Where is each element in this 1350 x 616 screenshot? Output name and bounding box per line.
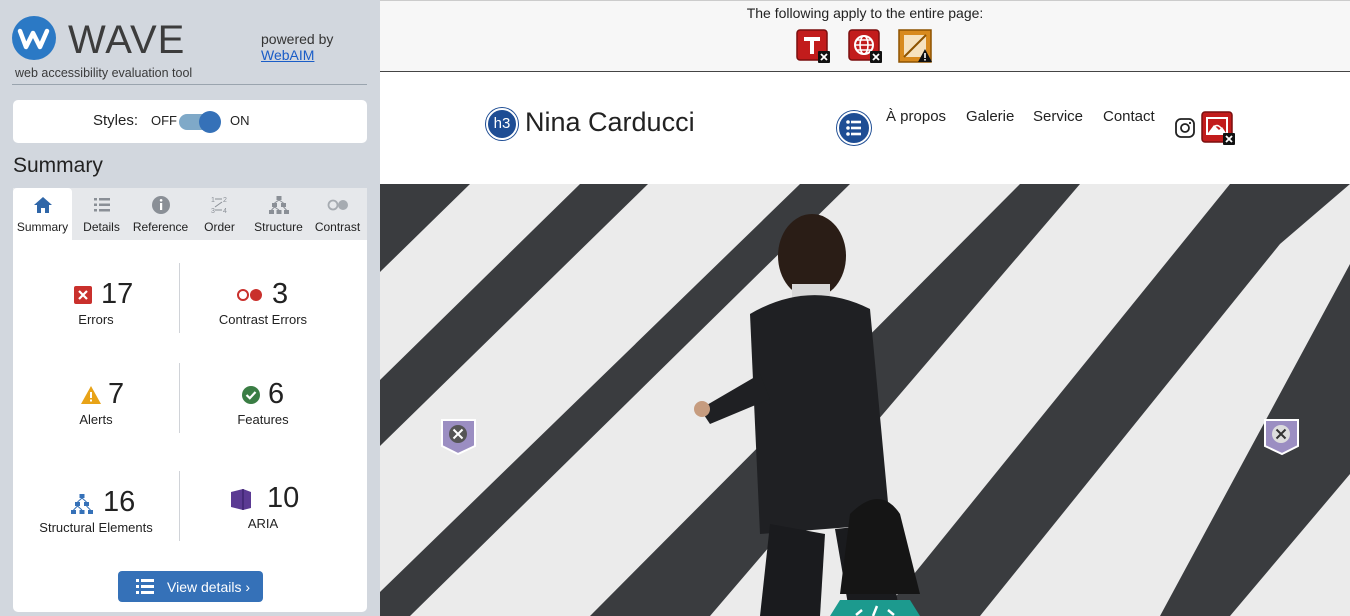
linked-image-error-icon[interactable]: [1201, 111, 1235, 145]
aria-icon: [231, 489, 251, 510]
stat-alerts: 7 Alerts: [13, 378, 179, 427]
nav-link-galerie[interactable]: Galerie: [966, 108, 1014, 126]
list-icon: [136, 579, 154, 594]
summary-heading: Summary: [13, 154, 103, 177]
heading-level-badge[interactable]: h3: [486, 108, 518, 140]
instagram-icon[interactable]: [1175, 118, 1195, 138]
styles-toggle-box: Styles: OFF ON: [13, 100, 367, 143]
contrast-icon: [327, 199, 348, 211]
stat-features: 6 Features: [180, 378, 346, 427]
contrast-error-icon: [237, 289, 262, 301]
code-icon: [830, 600, 920, 616]
wave-logo: WAVE web accessibility evaluation tool p…: [12, 16, 368, 82]
aria-hidden-icon: [1264, 419, 1299, 456]
aria-count: 10: [267, 482, 300, 514]
tab-structure[interactable]: Structure: [249, 188, 308, 240]
wave-title: WAVE: [68, 18, 186, 62]
view-details-label: View details ›: [167, 579, 251, 595]
features-label: Features: [237, 412, 289, 427]
svg-text:2: 2: [223, 197, 227, 204]
features-count: 6: [268, 378, 285, 410]
styles-on-label: ON: [230, 113, 250, 128]
webaim-link[interactable]: WebAIM: [261, 47, 314, 63]
structure-icon: [268, 196, 289, 214]
summary-panel: 17 Errors 3 Contrast Errors 7 Alerts 6 F…: [13, 240, 367, 612]
styles-off-label: OFF: [151, 113, 177, 128]
tab-order[interactable]: 1 2 3 4 Order: [190, 188, 249, 240]
alert-icon[interactable]: [898, 29, 932, 63]
crosswalk-photo: [380, 184, 1350, 616]
errors-count: 17: [101, 278, 134, 310]
powered-by-text: powered by: [261, 31, 334, 47]
page-level-issues-bar: The following apply to the entire page:: [380, 0, 1350, 72]
stat-aria: 10 ARIA: [180, 482, 346, 531]
aria-hidden-icon: [441, 419, 476, 456]
alerts-count: 7: [108, 378, 125, 410]
order-icon: 1 2 3 4: [211, 197, 227, 215]
tab-reference[interactable]: Reference: [131, 188, 190, 240]
wave-logo-icon: [12, 16, 56, 60]
styles-label: Styles:: [93, 112, 139, 129]
wave-subtitle: web accessibility evaluation tool: [15, 66, 193, 80]
stat-structural: 16 Structural Elements: [13, 486, 179, 535]
styles-toggle-knob[interactable]: [199, 111, 221, 133]
tab-details[interactable]: Details: [72, 188, 131, 240]
structural-count: 16: [103, 486, 136, 518]
stat-contrast-errors: 3 Contrast Errors: [180, 278, 346, 327]
feature-icon: [242, 386, 260, 404]
structure-icon: [71, 494, 93, 514]
aria-label: ARIA: [247, 516, 279, 531]
divider: [12, 84, 367, 85]
alert-icon: [81, 386, 101, 404]
apply-text: The following apply to the entire page:: [746, 5, 984, 21]
site-header: h3 Nina Carducci À propos Galerie Servic…: [380, 73, 1350, 184]
alerts-label: Alerts: [79, 412, 113, 427]
contrast-errors-count: 3: [272, 278, 289, 310]
tab-label: Details: [83, 220, 120, 234]
wave-tabs: Summary Details Reference 1 2 3 4 Order Str…: [13, 188, 367, 240]
list-icon: [93, 198, 110, 212]
info-icon: [151, 196, 170, 214]
view-details-button[interactable]: View details ›: [118, 571, 263, 602]
error-icon: [74, 286, 92, 304]
structural-label: Structural Elements: [39, 520, 153, 535]
tab-contrast[interactable]: Contrast: [308, 188, 367, 240]
contrast-errors-label: Contrast Errors: [218, 312, 308, 327]
svg-text:4: 4: [223, 208, 227, 215]
list-icon[interactable]: [837, 111, 871, 145]
tab-summary[interactable]: Summary: [13, 188, 72, 240]
svg-text:1: 1: [211, 197, 215, 204]
title-error-icon[interactable]: [796, 29, 830, 63]
hero-image: [380, 184, 1350, 616]
svg-text:3: 3: [211, 208, 215, 215]
tab-label: Contrast: [314, 220, 361, 234]
nav-link-a-propos[interactable]: À propos: [886, 108, 946, 126]
tab-label: Reference: [132, 220, 189, 234]
home-icon: [33, 197, 52, 213]
language-error-icon[interactable]: [848, 29, 882, 63]
errors-label: Errors: [78, 312, 114, 327]
nav-link-service[interactable]: Service: [1033, 108, 1083, 126]
wave-sidebar: WAVE web accessibility evaluation tool p…: [0, 0, 380, 616]
nav-link-contact[interactable]: Contact: [1103, 108, 1155, 126]
site-title: Nina Carducci: [525, 107, 695, 137]
tab-label: Structure: [254, 220, 303, 234]
stat-errors: 17 Errors: [13, 278, 179, 327]
tab-label: Order: [204, 220, 235, 234]
tab-label: Summary: [16, 220, 69, 234]
